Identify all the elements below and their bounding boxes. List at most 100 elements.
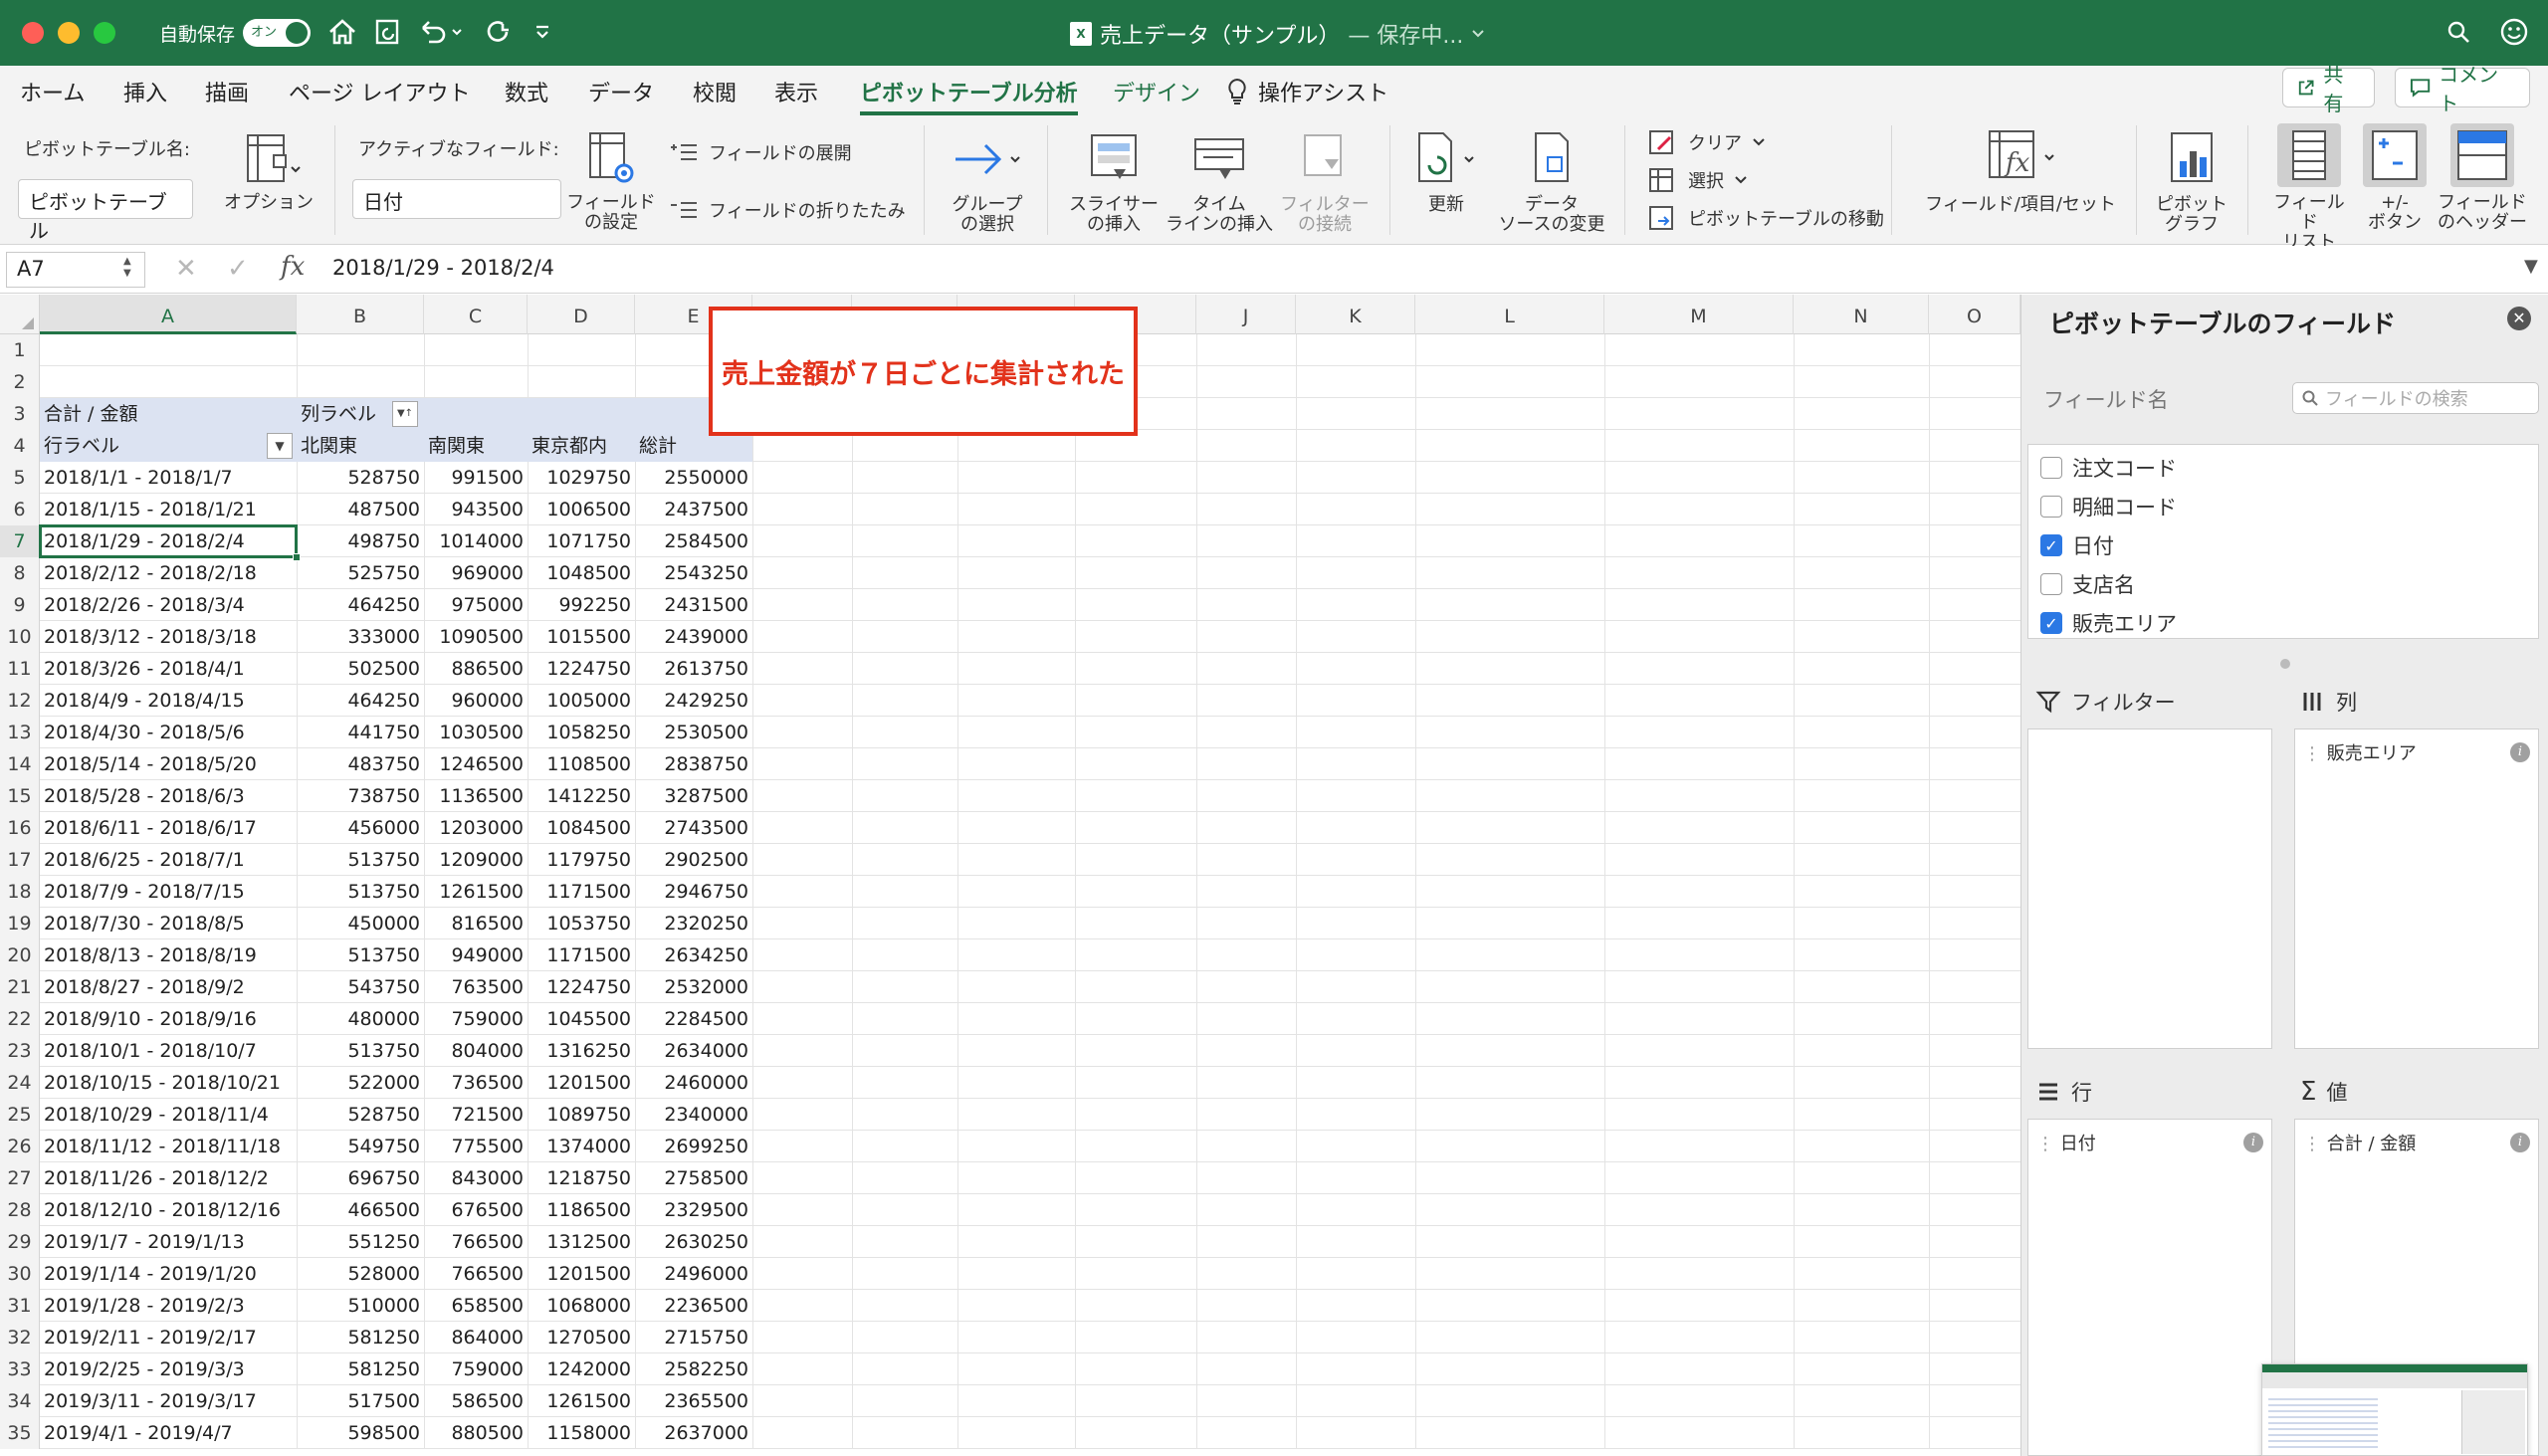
row-header[interactable]: 14 [0,748,40,780]
row-header[interactable]: 13 [0,717,40,748]
value-cell[interactable]: 969000 [424,557,528,589]
value-cell[interactable]: 3287500 [635,780,752,812]
value-cell[interactable]: 2530500 [635,717,752,748]
row-label-cell[interactable]: 2018/1/15 - 2018/1/21 [40,494,297,525]
value-cell[interactable]: 450000 [297,908,424,939]
column-header-c[interactable]: C [424,295,528,334]
tab-view[interactable]: 表示 [774,76,818,107]
undo-icon[interactable] [414,14,466,50]
fields-items-sets-button[interactable]: fx フィールド/項目/セット [1921,127,2120,215]
row-header[interactable]: 26 [0,1131,40,1162]
formula-expand-icon[interactable]: ▼ [2524,256,2538,277]
value-cell[interactable]: 1108500 [528,748,635,780]
rows-drop-area[interactable]: ⋮ 日付 i [2027,1119,2272,1456]
row-header[interactable]: 28 [0,1194,40,1226]
value-cell[interactable]: 510000 [297,1290,424,1322]
column-header-j[interactable]: J [1196,295,1296,334]
value-cell[interactable]: 456000 [297,812,424,844]
value-cell[interactable]: 2532000 [635,971,752,1003]
field-checkbox[interactable] [2040,573,2062,595]
value-cell[interactable]: 2946750 [635,876,752,908]
value-cell[interactable]: 2743500 [635,812,752,844]
value-cell[interactable]: 696750 [297,1162,424,1194]
row-header[interactable]: 3 [0,398,40,430]
row-header[interactable]: 21 [0,971,40,1003]
row-label-cell[interactable]: 2018/9/10 - 2018/9/16 [40,1003,297,1035]
value-cell[interactable]: 2340000 [635,1099,752,1131]
row-header[interactable]: 9 [0,589,40,621]
value-cell[interactable]: 864000 [424,1322,528,1353]
row-header[interactable]: 33 [0,1353,40,1385]
row-label-cell[interactable]: 2018/12/10 - 2018/12/16 [40,1194,297,1226]
value-cell[interactable]: 1084500 [528,812,635,844]
row-label-cell[interactable]: 2018/4/9 - 2018/4/15 [40,685,297,717]
value-cell[interactable]: 1029750 [528,462,635,494]
select-button[interactable]: 選択 [1648,167,1748,193]
field-item[interactable]: 注文コード [2040,453,2177,483]
tab-insert[interactable]: 挿入 [123,76,167,107]
save-icon[interactable] [370,14,406,50]
value-cell[interactable]: 2429250 [635,685,752,717]
value-cell[interactable]: 2439000 [635,621,752,653]
spreadsheet-grid[interactable]: A B C D E J K L M N O 1 2 3 合計 / 金額 列ラベル ▼↑ 4 行… [0,295,2020,1456]
value-cell[interactable]: 2437500 [635,494,752,525]
row-label-cell[interactable]: 2018/4/30 - 2018/5/6 [40,717,297,748]
value-cell[interactable]: 943500 [424,494,528,525]
share-button[interactable]: 共有 [2282,63,2375,115]
formula-input[interactable]: 2018/1/29 - 2018/2/4 [332,256,554,280]
value-cell[interactable]: 2715750 [635,1322,752,1353]
insert-timeline-button[interactable]: タイム ラインの挿入 [1165,129,1274,235]
value-cell[interactable]: 1179750 [528,844,635,876]
row-header[interactable]: 32 [0,1322,40,1353]
info-icon[interactable]: i [2510,742,2530,762]
row-label-cell[interactable]: 2019/4/1 - 2019/4/7 [40,1417,297,1449]
value-cell[interactable]: 1270500 [528,1322,635,1353]
value-cell[interactable]: 2550000 [635,462,752,494]
value-cell[interactable]: 991500 [424,462,528,494]
options-button[interactable]: オプション [221,131,317,213]
value-cell[interactable]: 525750 [297,557,424,589]
row-label-cell[interactable]: 2018/3/12 - 2018/3/18 [40,621,297,653]
pivot-chart-button[interactable]: ピボット グラフ [2148,129,2235,235]
column-header-d[interactable]: D [528,295,635,334]
value-cell[interactable]: 586500 [424,1385,528,1417]
row-label-cell[interactable]: 2018/2/12 - 2018/2/18 [40,557,297,589]
insert-function-icon[interactable]: fx [281,252,305,282]
value-cell[interactable]: 517500 [297,1385,424,1417]
value-cell[interactable]: 2634000 [635,1035,752,1067]
value-cell[interactable]: 2329500 [635,1194,752,1226]
row-label-cell[interactable]: 2018/11/12 - 2018/11/18 [40,1131,297,1162]
window-maximize-button[interactable] [94,22,115,44]
pivot-row-label[interactable]: 行ラベル [40,430,297,462]
column-header-a[interactable]: A [40,295,297,334]
value-cell[interactable]: 2613750 [635,653,752,685]
tab-page-layout[interactable]: ページ レイアウト [289,76,471,107]
row-label-cell[interactable]: 2019/1/7 - 2019/1/13 [40,1226,297,1258]
name-box-dropdown[interactable]: ▲ ▼ [123,256,131,280]
field-checkbox[interactable] [2040,457,2062,479]
value-cell[interactable]: 676500 [424,1194,528,1226]
row-header[interactable]: 31 [0,1290,40,1322]
value-cell[interactable]: 1186500 [528,1194,635,1226]
row-label-cell[interactable]: 2018/3/26 - 2018/4/1 [40,653,297,685]
move-pivottable-button[interactable]: ピボットテーブルの移動 [1648,205,1884,231]
value-cell[interactable]: 466500 [297,1194,424,1226]
value-cell[interactable]: 1224750 [528,653,635,685]
value-cell[interactable]: 721500 [424,1099,528,1131]
value-cell[interactable]: 1158000 [528,1417,635,1449]
value-cell[interactable]: 1030500 [424,717,528,748]
group-selection-button[interactable]: グループ の選択 [938,129,1037,235]
field-search-input[interactable]: フィールドの検索 [2292,382,2539,414]
row-header[interactable]: 29 [0,1226,40,1258]
value-cell[interactable]: 1048500 [528,557,635,589]
row-label-cell[interactable]: 2019/2/11 - 2019/2/17 [40,1322,297,1353]
header-minami-kanto[interactable]: 南関東 [424,430,528,462]
row-label-cell[interactable]: 2018/10/1 - 2018/10/7 [40,1035,297,1067]
tab-design[interactable]: デザイン [1113,76,1200,107]
value-cell[interactable]: 480000 [297,1003,424,1035]
row-header[interactable]: 34 [0,1385,40,1417]
value-cell[interactable]: 1201500 [528,1258,635,1290]
column-header-m[interactable]: M [1604,295,1794,334]
field-settings-button[interactable]: フィールド の設定 [563,129,659,233]
pivot-sum-label[interactable]: 合計 / 金額 [40,398,297,430]
